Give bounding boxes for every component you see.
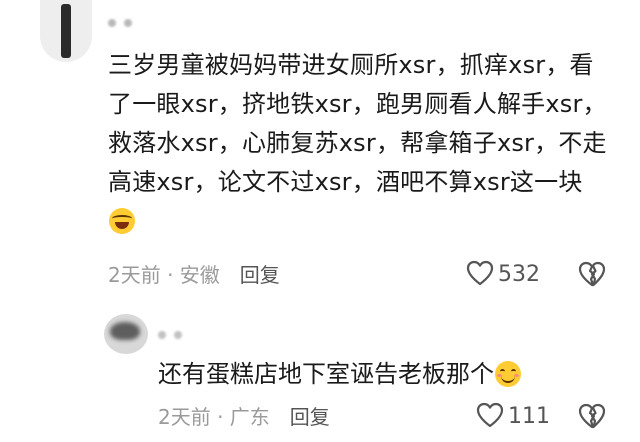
avatar[interactable] [104,314,148,354]
like-button[interactable]: 532 [466,260,540,288]
like-count: 111 [508,404,550,429]
comment-body: 还有蛋糕店地下室诬告老板那个 [158,360,494,388]
avatar[interactable] [40,0,92,62]
broken-heart-icon [578,261,606,287]
comment-text: 还有蛋糕店地下室诬告老板那个 [158,356,618,392]
username-blurred[interactable] [158,324,198,339]
comment-time-location: 2天前 · 广东 [158,405,270,429]
comment-time-location: 2天前 · 安徽 [108,263,220,287]
like-button[interactable]: 111 [476,402,550,430]
smiling-face-icon [495,361,521,387]
comment-thread: 三岁男童被妈妈带进女厕所xsr，抓痒xsr，看了一眼xsr，挤地铁xsr，跑男厕… [0,0,640,442]
comment-meta: 2天前 · 安徽 回复 [108,262,280,288]
avatar-image [61,4,71,58]
dislike-button[interactable] [578,261,606,291]
reply-button[interactable]: 回复 [290,405,330,429]
username-blurred[interactable] [108,12,148,27]
broken-heart-icon [578,403,606,429]
comment-meta: 2天前 · 广东 回复 [158,404,330,430]
laughing-crying-emoji-icon [109,208,135,234]
like-count: 532 [498,262,540,287]
dislike-button[interactable] [578,403,606,433]
heart-icon [476,402,504,428]
heart-icon [466,260,494,286]
avatar-image [110,322,140,340]
reply-button[interactable]: 回复 [240,263,280,287]
comment-text: 三岁男童被妈妈带进女厕所xsr，抓痒xsr，看了一眼xsr，挤地铁xsr，跑男厕… [108,46,608,241]
comment-body: 三岁男童被妈妈带进女厕所xsr，抓痒xsr，看了一眼xsr，挤地铁xsr，跑男厕… [108,51,607,196]
